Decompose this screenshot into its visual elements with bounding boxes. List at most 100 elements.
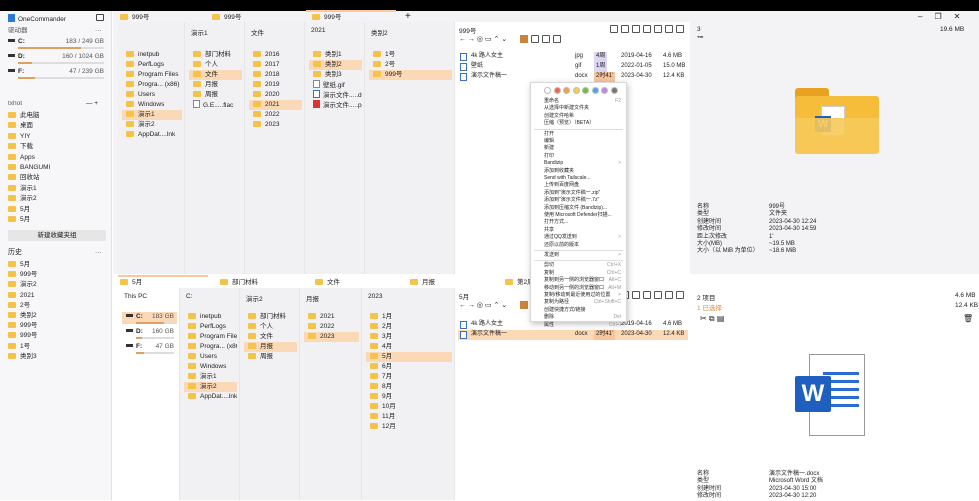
folder-item[interactable]: Users [184,352,237,362]
folder-item[interactable]: 演示2 [122,120,182,130]
new-group-button[interactable]: 新建收藏夹组 [8,230,106,241]
sidebar-favorite[interactable]: 演示1 [8,184,37,194]
folder-item[interactable]: 12月 [366,422,452,432]
folder-item[interactable]: 1号 [369,50,452,60]
menu-item[interactable]: 编辑 [544,138,623,145]
color-tag-f0674f[interactable] [553,87,561,94]
view-mode-icons[interactable] [531,35,564,45]
folder-item[interactable]: 月报 [244,342,297,352]
menu-item[interactable]: 上传到百度网盘 [544,182,623,189]
color-tag-777777[interactable] [610,87,618,94]
folder-item[interactable]: 8月 [366,382,452,392]
folder-item[interactable]: PerfLogs [122,60,182,70]
folder-item[interactable]: 类别2 [309,60,362,70]
menu-item[interactable]: 剪切 Ctrl+X [544,262,623,269]
history-item[interactable]: 演示2 [8,280,37,290]
menu-item[interactable]: 添加到"演示文件稿一.7z" [544,197,623,204]
history-item[interactable]: 5月 [8,260,30,270]
group-add-icon[interactable]: — + [86,99,98,109]
folder-item[interactable]: Windows [184,362,237,372]
tab[interactable]: 月报 [410,278,435,288]
folder-item[interactable]: 部门材料 [189,50,242,60]
sidebar-drive[interactable]: F: 47 / 239 GB [8,67,104,77]
color-tag-f0a04b[interactable] [563,87,570,94]
file-row[interactable]: 壁纸 gif 1周 2022-01-05 15.0 MB [458,62,688,72]
folder-item[interactable]: 2018 [249,70,302,80]
menu-item[interactable]: 打开 [544,131,623,138]
sidebar-favorite[interactable]: 5月 [8,215,30,225]
folder-item[interactable]: 类别1 [309,50,362,60]
layout-toggle-icon[interactable] [96,14,104,21]
folder-item[interactable]: 2020 [249,90,302,100]
menu-item[interactable]: 从选择中新建文件夹 [544,105,623,112]
folder-item[interactable]: inetpub [184,312,237,322]
history-item[interactable]: 2号 [8,301,30,311]
sidebar-favorite[interactable]: 此电脑 [8,111,40,121]
folder-item[interactable]: 7月 [366,372,452,382]
folder-item[interactable]: inetpub [122,50,182,60]
folder-item[interactable]: 个人 [244,322,297,332]
folder-item[interactable]: Program Files [184,332,237,342]
folder-item[interactable]: 5月 [366,352,452,362]
folder-item[interactable]: 文件 [189,70,242,80]
folder-item[interactable]: Users [122,90,182,100]
folder-item[interactable]: 个人 [189,60,242,70]
color-tag-f5cf4c[interactable] [572,87,580,94]
folder-item[interactable]: 1月 [366,312,452,322]
history-item[interactable]: 999号 [8,321,37,331]
folder-item[interactable]: 2021 [304,312,359,322]
delete-icon[interactable]: 🗑 [963,314,973,323]
tab[interactable]: 5月 [120,278,142,288]
cut-copy-icons[interactable]: ✂ ⧉ ▤ [700,314,724,324]
view-details-icon[interactable] [520,301,528,309]
folder-item[interactable]: 2023 [304,332,359,342]
folder-item[interactable]: 4月 [366,342,452,352]
folder-item[interactable]: 周报 [189,90,242,100]
folder-item[interactable]: 3月 [366,332,452,342]
folder-item[interactable]: 演示文件.....pdf [309,100,362,110]
menu-item[interactable]: 打开方式... [544,219,623,226]
folder-item[interactable]: 2022 [304,322,359,332]
color-tag-4ea5ef[interactable] [591,87,599,94]
folder-item[interactable]: 10月 [366,402,452,412]
nav-buttons[interactable]: ← → ◎ ▭ ⌃ ⌄ [459,35,507,43]
folder-item[interactable]: 9月 [366,392,452,402]
nav-buttons[interactable]: ← → ◎ ▭ ⌃ ⌄ [459,301,507,309]
sidebar-favorite[interactable]: 演示2 [8,194,37,204]
folder-item[interactable]: 2021 [249,100,302,110]
menu-item[interactable]: Bandizip > [544,160,623,167]
folder-item[interactable]: 11月 [366,412,452,422]
folder-item[interactable]: Windows [122,100,182,110]
tab[interactable]: 部门材料 [220,278,258,288]
sidebar-favorite[interactable]: 回收站 [8,173,40,183]
folder-item[interactable]: 6月 [366,362,452,372]
folder-item[interactable]: 999号 [369,70,452,80]
folder-item[interactable]: 类别3 [309,70,362,80]
folder-item[interactable]: G.E.....flac [189,100,242,110]
folder-item[interactable]: 演示文件.....docx [309,90,362,100]
folder-item[interactable]: 壁纸.gif [309,80,362,90]
history-item[interactable]: 类别2 [8,311,37,321]
folder-item[interactable]: 演示1 [122,110,182,120]
folder-item[interactable]: AppDat....lnk [122,130,182,140]
tab[interactable]: 文件 [315,278,340,288]
folder-item[interactable]: AppDat....lnk [184,392,237,402]
sidebar-favorite[interactable]: 5月 [8,205,30,215]
sidebar-favorite[interactable]: YIY [8,132,30,142]
menu-item[interactable]: 复制为路径 Ctrl+Shift+C [544,299,623,306]
history-item[interactable]: 2021 [8,291,34,301]
window-controls[interactable]: –❐✕ [918,12,972,21]
color-tag-ffffff[interactable] [544,87,551,94]
menu-item[interactable]: 删除 Del [544,314,623,321]
menu-item[interactable]: 通过QQ发送到 > [544,234,623,241]
sidebar-favorite[interactable]: 下载 [8,142,33,152]
menu-item[interactable]: 属性 Ctrl+I [544,322,623,329]
history-more-icon[interactable]: ··· [95,248,102,258]
folder-item[interactable]: 2019 [249,80,302,90]
view-details-icon[interactable] [520,35,528,43]
sidebar-favorite[interactable]: BANGUMI [8,163,50,173]
folder-item[interactable]: 演示1 [184,372,237,382]
folder-item[interactable]: 2号 [369,60,452,70]
folder-item[interactable]: 2023 [249,120,302,130]
menu-item[interactable]: 压缩（预览）（BETA） [544,120,623,127]
